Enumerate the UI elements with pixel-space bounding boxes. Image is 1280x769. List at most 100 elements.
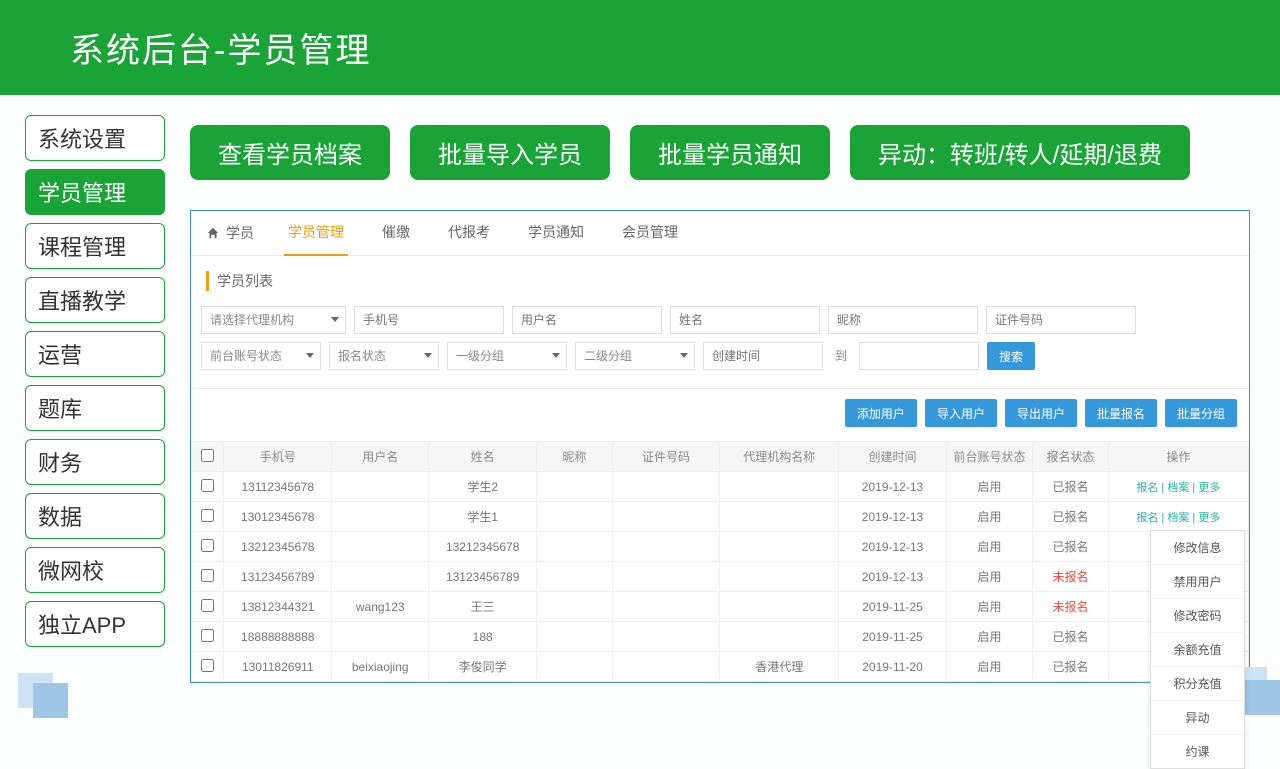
dropdown-item[interactable]: 约课 — [1151, 735, 1244, 768]
table-cell: 香港代理 — [720, 652, 839, 682]
table-cell: 启用 — [946, 652, 1032, 682]
table-cell: 已报名 — [1033, 652, 1109, 682]
sidebar-item[interactable]: 学员管理 — [25, 169, 165, 215]
table-row: 13123456789131234567892019-12-13启用未报名 — [192, 562, 1249, 592]
username-input[interactable] — [512, 306, 662, 334]
panel-tab[interactable]: 学员通知 — [524, 210, 588, 256]
dropdown-item[interactable]: 余额充值 — [1151, 633, 1244, 667]
group2-select[interactable]: 二级分组 — [575, 342, 695, 370]
toolbar-button[interactable]: 导出用户 — [1005, 399, 1077, 427]
row-checkbox[interactable] — [201, 509, 214, 522]
table-header: 昵称 — [537, 442, 613, 472]
search-button[interactable]: 搜索 — [987, 342, 1035, 370]
action-button[interactable]: 异动：转班/转人/延期/退费 — [850, 125, 1190, 180]
row-checkbox[interactable] — [201, 569, 214, 582]
agency-select[interactable]: 请选择代理机构 — [201, 306, 346, 334]
front-status-select[interactable]: 前台账号状态 — [201, 342, 321, 370]
table-cell — [192, 562, 224, 592]
dropdown-item[interactable]: 禁用用户 — [1151, 565, 1244, 599]
table-cell: 已报名 — [1033, 472, 1109, 502]
sidebar-item[interactable]: 微网校 — [25, 547, 165, 593]
action-button[interactable]: 批量导入学员 — [410, 125, 610, 180]
table-cell: 13212345678 — [429, 532, 537, 562]
enroll-status-select[interactable]: 报名状态 — [329, 342, 439, 370]
table-cell[interactable]: 报名 | 档案 | 更多 — [1108, 472, 1248, 502]
panel-tab[interactable]: 代报考 — [444, 210, 494, 256]
table-cell: 13012345678 — [224, 502, 332, 532]
dropdown-item[interactable]: 修改信息 — [1151, 531, 1244, 565]
sidebar-item[interactable]: 数据 — [25, 493, 165, 539]
toolbar-button[interactable]: 添加用户 — [845, 399, 917, 427]
group1-select[interactable]: 一级分组 — [447, 342, 567, 370]
more-dropdown: 修改信息禁用用户修改密码余额充值积分充值异动约课 — [1150, 530, 1245, 769]
table-row: 13011826911beixiaojing李俊同学 香港代理2019-11-20… — [192, 652, 1249, 682]
create-time-to-input[interactable] — [859, 342, 979, 370]
table-cell: 2019-11-25 — [839, 622, 947, 652]
table-cell — [332, 472, 429, 502]
phone-input[interactable] — [354, 306, 504, 334]
decoration-square — [1245, 680, 1280, 715]
row-checkbox[interactable] — [201, 659, 214, 672]
row-checkbox[interactable] — [201, 539, 214, 552]
panel-tab[interactable]: 学员管理 — [284, 210, 348, 256]
table-cell: 已报名 — [1033, 502, 1109, 532]
page-header: 系统后台-学员管理 — [0, 0, 1280, 95]
sidebar-item[interactable]: 课程管理 — [25, 223, 165, 269]
student-panel: 学员 学员管理催缴代报考学员通知会员管理 学员列表 请选择代理机构 前台账号状态… — [190, 210, 1250, 683]
sidebar-item[interactable]: 财务 — [25, 439, 165, 485]
table-cell — [332, 562, 429, 592]
list-title: 学员列表 — [206, 271, 1234, 291]
sidebar-item[interactable]: 独立APP — [25, 601, 165, 647]
sidebar-item[interactable]: 系统设置 — [25, 115, 165, 161]
table-cell: 13812344321 — [224, 592, 332, 622]
table-cell — [537, 532, 613, 562]
dropdown-item[interactable]: 异动 — [1151, 701, 1244, 735]
dropdown-item[interactable]: 积分充值 — [1151, 667, 1244, 701]
row-checkbox[interactable] — [201, 629, 214, 642]
table-cell: 未报名 — [1033, 562, 1109, 592]
row-checkbox[interactable] — [201, 599, 214, 612]
table-cell: 启用 — [946, 532, 1032, 562]
table-row: 188888888881882019-11-25启用已报名 — [192, 622, 1249, 652]
action-button[interactable]: 批量学员通知 — [630, 125, 830, 180]
toolbar-button[interactable]: 批量报名 — [1085, 399, 1157, 427]
table-header — [192, 442, 224, 472]
table-cell[interactable]: 报名 | 档案 | 更多 — [1108, 502, 1248, 532]
row-checkbox[interactable] — [201, 479, 214, 492]
action-button[interactable]: 查看学员档案 — [190, 125, 390, 180]
table-cell: 2019-12-13 — [839, 532, 947, 562]
idnumber-input[interactable] — [986, 306, 1136, 334]
sidebar-item[interactable]: 运营 — [25, 331, 165, 377]
table-cell — [192, 592, 224, 622]
table-cell: 启用 — [946, 502, 1032, 532]
table-cell — [720, 472, 839, 502]
name-input[interactable] — [670, 306, 820, 334]
table-cell — [612, 472, 720, 502]
panel-tab[interactable]: 会员管理 — [618, 210, 682, 256]
table-cell: beixiaojing — [332, 652, 429, 682]
table-cell — [537, 622, 613, 652]
table-cell: 13011826911 — [224, 652, 332, 682]
table-cell — [612, 532, 720, 562]
toolbar-button[interactable]: 导入用户 — [925, 399, 997, 427]
sidebar-item[interactable]: 直播教学 — [25, 277, 165, 323]
table-cell: 李俊同学 — [429, 652, 537, 682]
toolbar-button[interactable]: 批量分组 — [1165, 399, 1237, 427]
sidebar-item[interactable]: 题库 — [25, 385, 165, 431]
select-all-checkbox[interactable] — [201, 449, 214, 462]
home-icon — [206, 226, 220, 240]
table-cell: 18888888888 — [224, 622, 332, 652]
table-cell: 13112345678 — [224, 472, 332, 502]
panel-tab[interactable]: 催缴 — [378, 210, 414, 256]
breadcrumb-label: 学员 — [226, 223, 254, 243]
nickname-input[interactable] — [828, 306, 978, 334]
table-cell: 已报名 — [1033, 622, 1109, 652]
create-time-from-input[interactable] — [703, 342, 823, 370]
table-cell: 2019-11-20 — [839, 652, 947, 682]
table-cell: 2019-12-13 — [839, 502, 947, 532]
decoration-square — [33, 683, 68, 718]
dropdown-item[interactable]: 修改密码 — [1151, 599, 1244, 633]
table-cell — [720, 622, 839, 652]
table-header: 操作 — [1108, 442, 1248, 472]
table-cell — [720, 502, 839, 532]
